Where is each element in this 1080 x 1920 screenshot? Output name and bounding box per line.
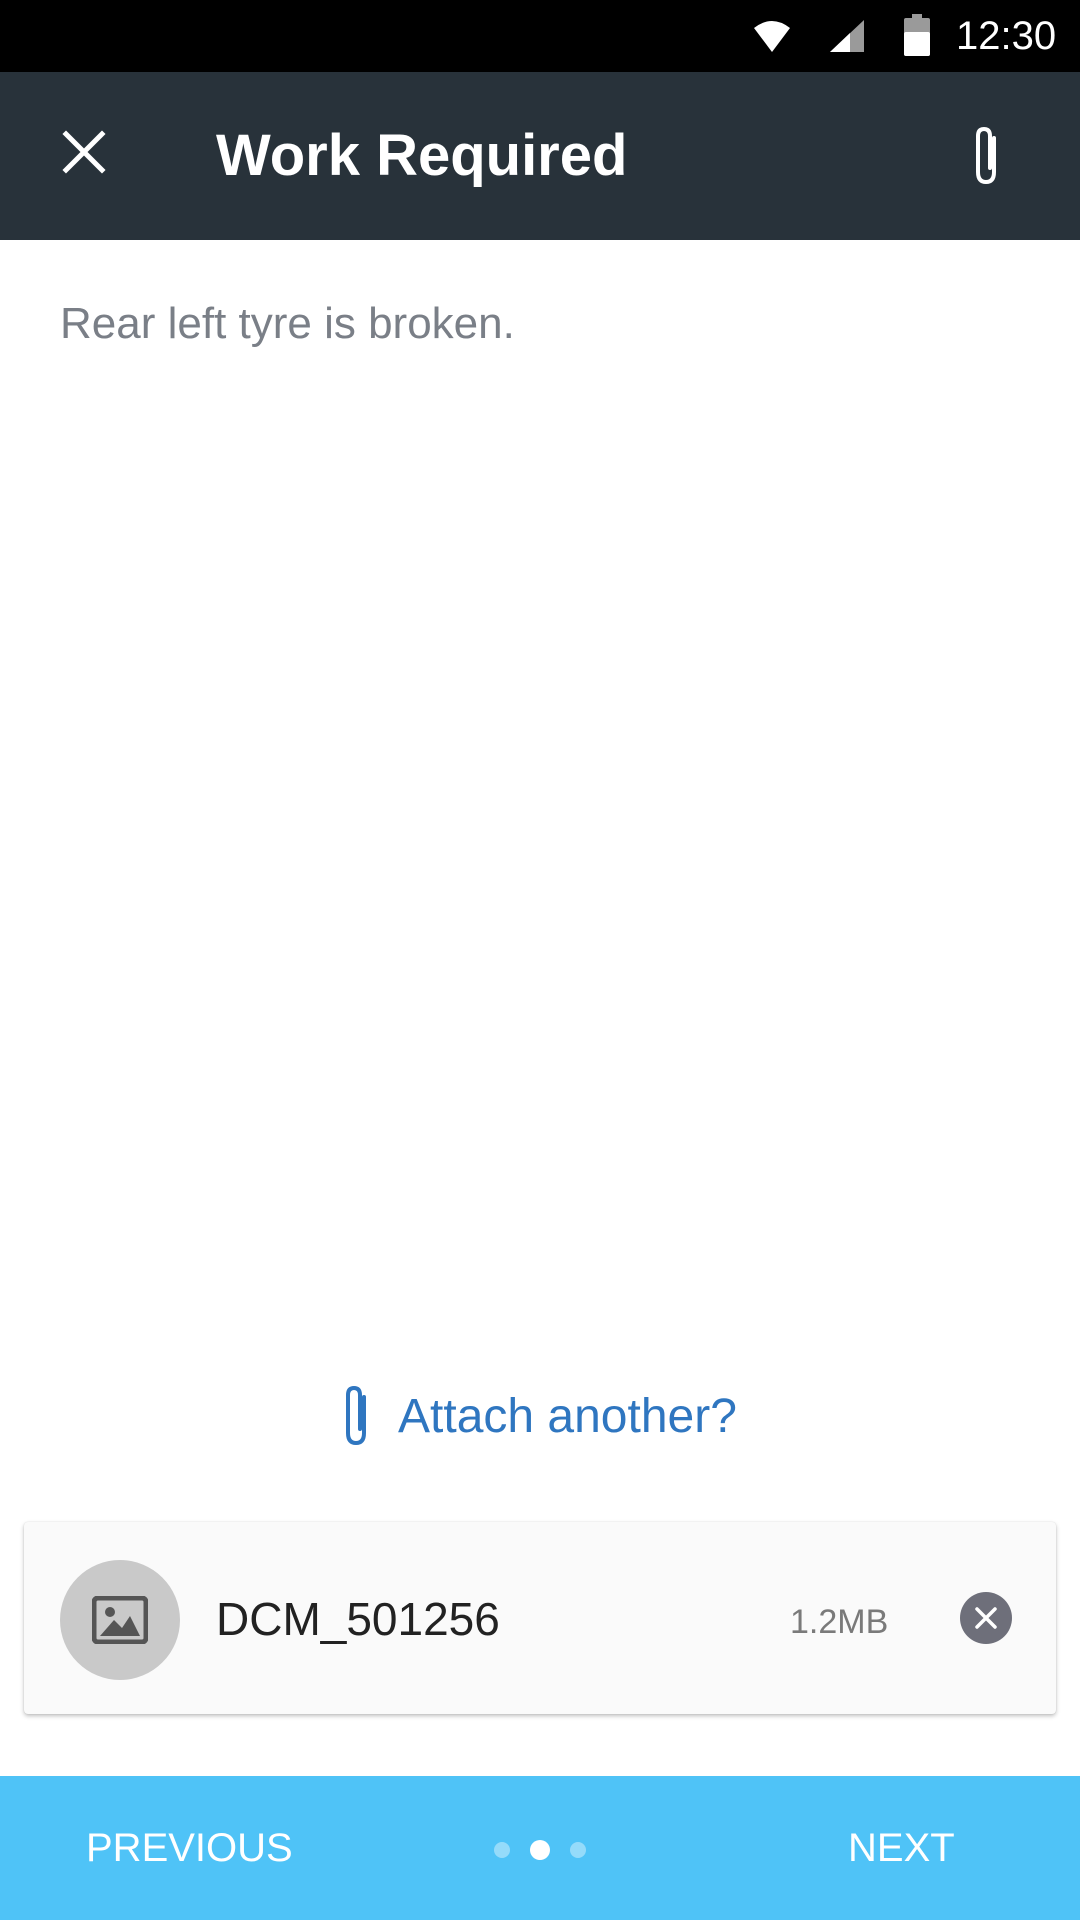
work-description: Rear left tyre is broken.	[60, 299, 515, 348]
attach-another-label: Attach another?	[398, 1389, 737, 1443]
page-dot-active	[530, 1840, 550, 1860]
page-indicator	[494, 1840, 606, 1860]
bottom-navigation-bar: PREVIOUS NEXT	[0, 1776, 1080, 1920]
wifi-icon	[754, 21, 790, 52]
attachment-thumbnail	[60, 1560, 180, 1680]
paperclip-icon	[346, 1385, 366, 1446]
attach-button[interactable]	[946, 116, 1026, 196]
attachment-file-name: DCM_501256	[216, 1593, 500, 1645]
status-bar: 12:30	[0, 0, 1080, 72]
status-time: 12:30	[956, 14, 1057, 58]
image-icon	[92, 1596, 148, 1644]
remove-icon	[975, 1607, 997, 1629]
battery-icon	[904, 14, 930, 56]
previous-button[interactable]: PREVIOUS	[86, 1824, 293, 1872]
app-bar: Work Required	[0, 72, 1080, 240]
attach-another-button[interactable]: Attach another?	[336, 1376, 737, 1456]
close-button[interactable]	[44, 112, 124, 192]
page-dot	[570, 1842, 586, 1858]
page-dot	[494, 1842, 510, 1858]
page-title: Work Required	[216, 123, 628, 188]
attachment-file-size: 1.2MB	[790, 1603, 889, 1641]
cell-signal-icon	[830, 20, 864, 52]
close-icon	[62, 130, 106, 174]
next-button[interactable]: NEXT	[848, 1824, 955, 1872]
attachment-item[interactable]: DCM_501256 1.2MB	[24, 1522, 1056, 1714]
remove-attachment-button[interactable]	[960, 1592, 1012, 1644]
paperclip-icon	[976, 126, 996, 185]
